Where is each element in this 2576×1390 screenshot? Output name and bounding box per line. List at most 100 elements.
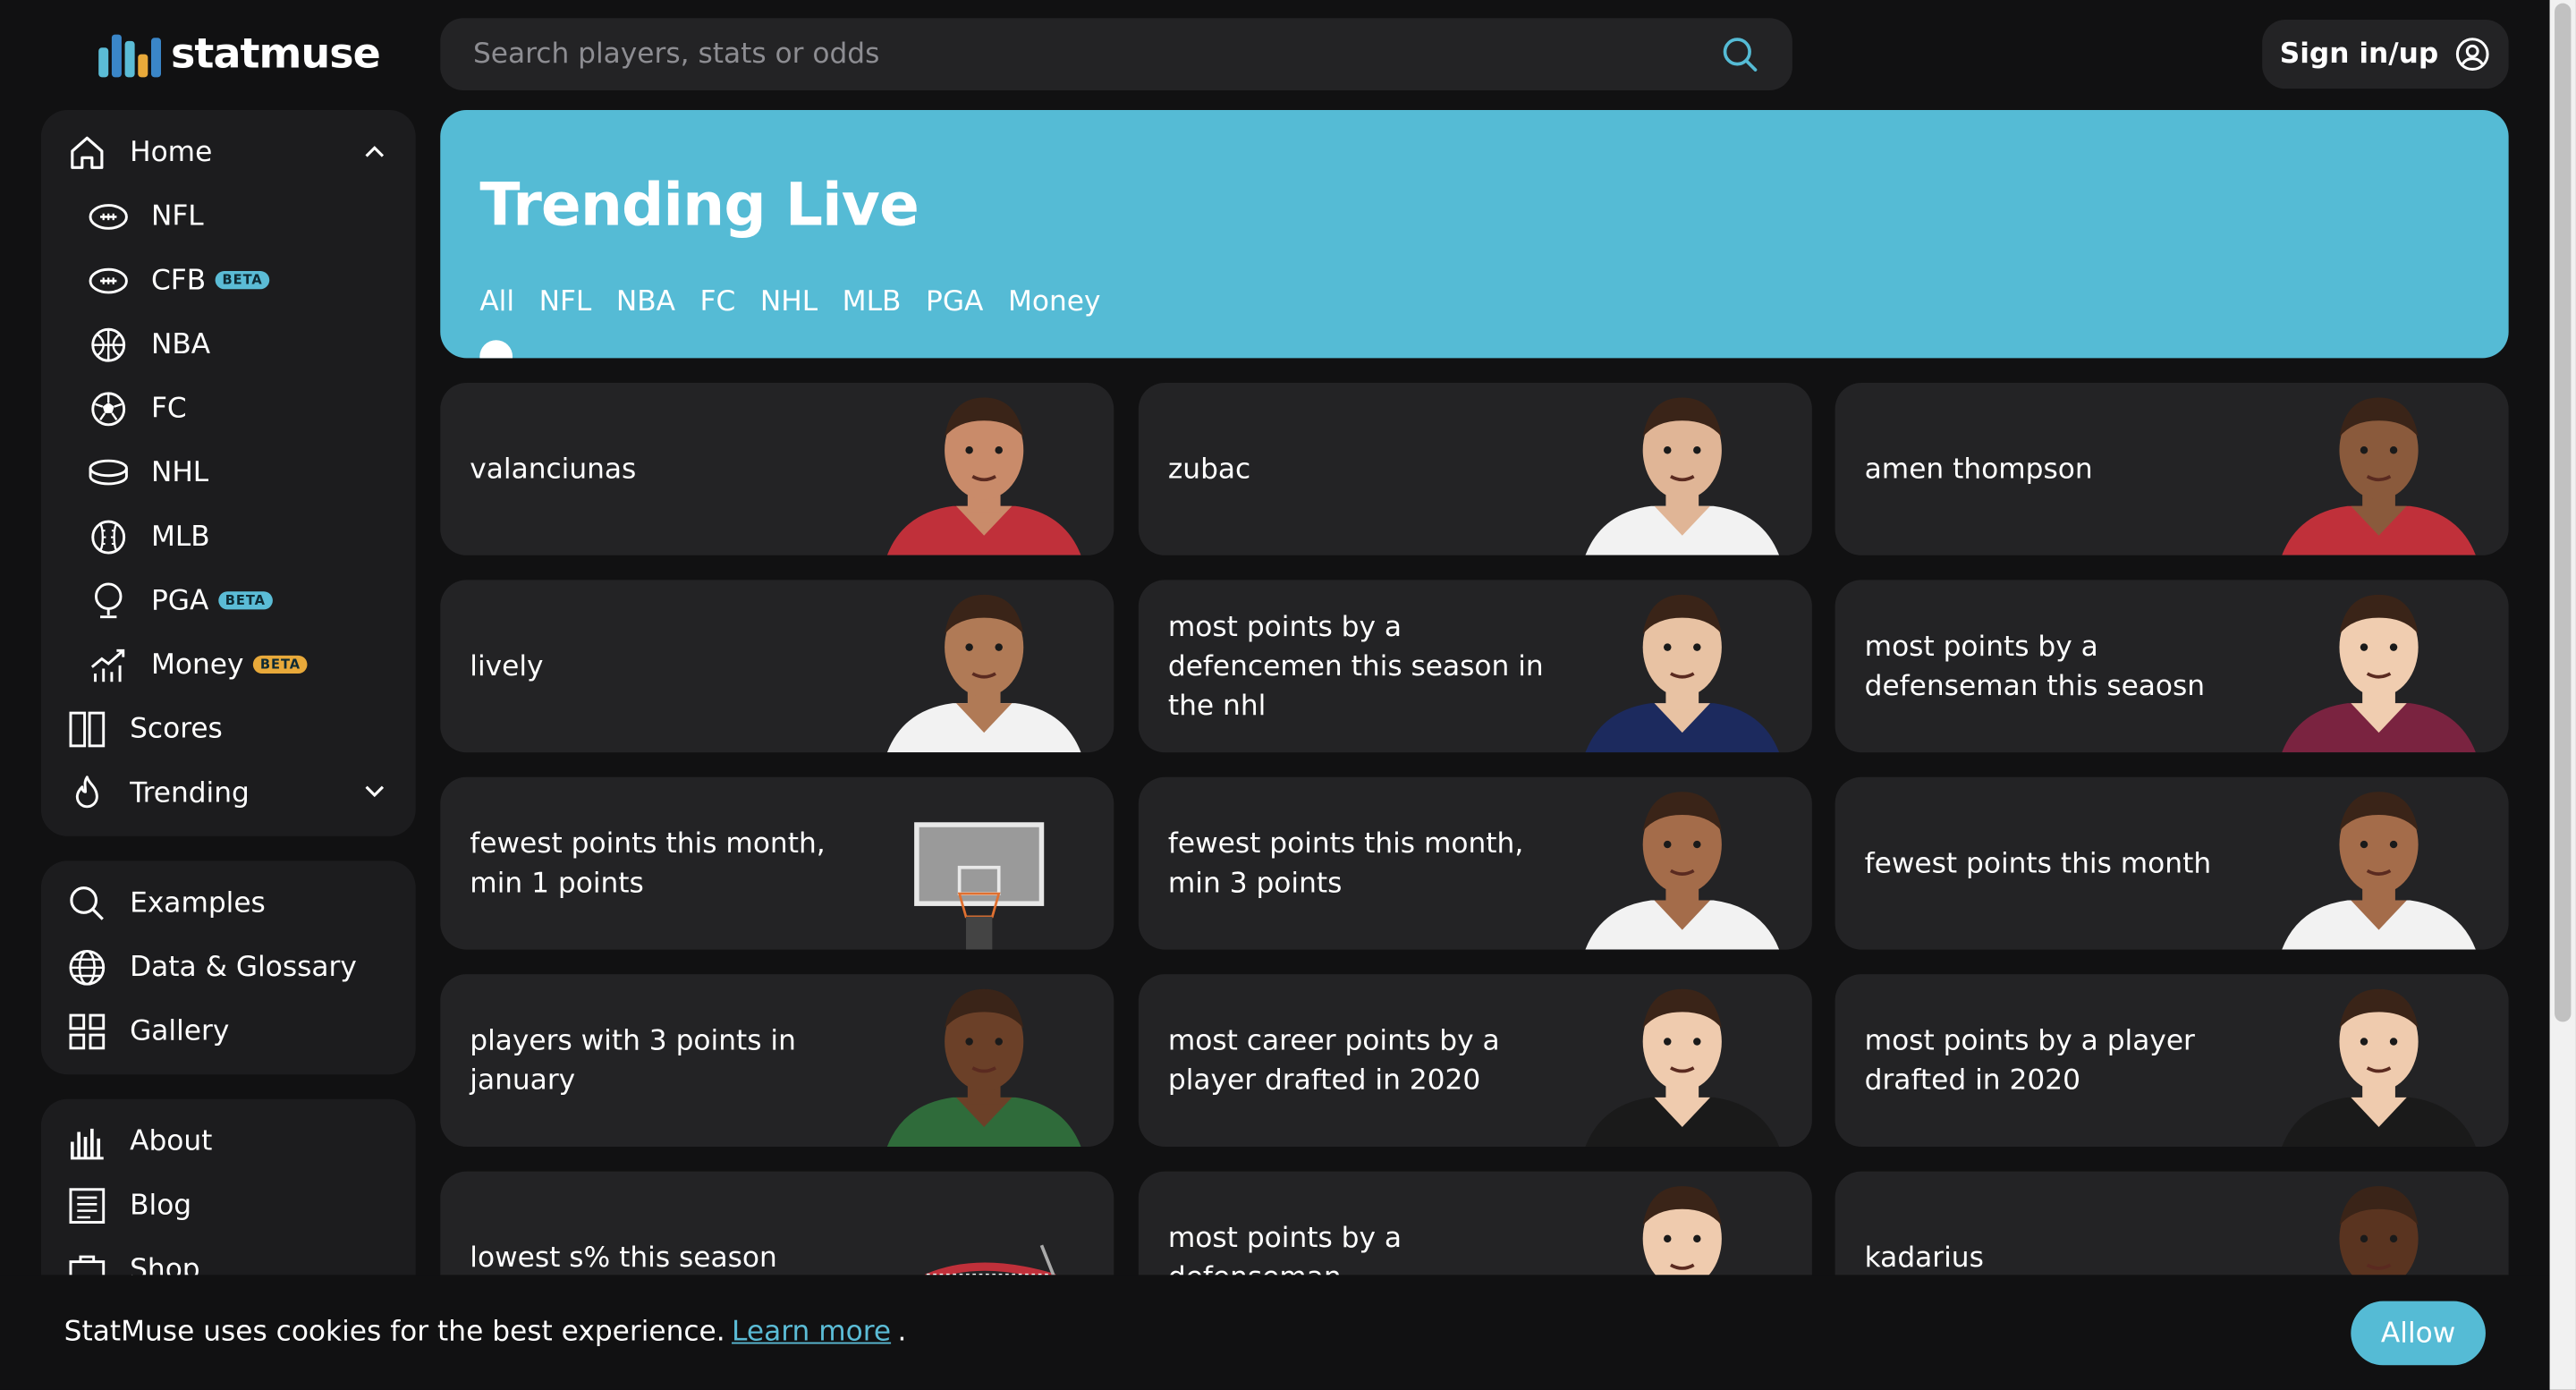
trending-card[interactable]: most points by a defenseman this seaosn [1835,580,2509,753]
baseball-icon [87,515,130,558]
sidebar-item-fc[interactable]: FC [41,377,416,441]
search-icon [65,881,108,924]
sidebar-item-label: NFL [150,199,204,233]
trending-card-label: most points by a defencemen this season … [1167,610,1544,723]
sidebar-item-label: Gallery [130,1014,230,1047]
trending-card-label: amen thompson [1864,453,2093,486]
home-icon [65,131,108,174]
allow-cookies-button[interactable]: Allow [2351,1301,2486,1366]
sidebar-item-examples[interactable]: Examples [41,870,416,935]
sidebar-item-money[interactable]: Money BETA [41,632,416,697]
sidebar-item-home[interactable]: Home [41,120,416,184]
sidebar-item-nba[interactable]: NBA [41,312,416,377]
trending-card-label: lively [470,649,544,683]
cookie-period: . [897,1316,907,1349]
basketball-hoop-icon [914,822,1045,950]
sidebar-item-nhl[interactable]: NHL [41,440,416,504]
trending-card[interactable]: most points by a defencemen this season … [1138,580,1812,753]
scrollbar-thumb[interactable] [2555,3,2572,1022]
flame-icon [65,771,108,814]
hockey-player-avatar [2282,988,2476,1148]
search-icon[interactable] [1720,35,1759,74]
player-avatar [2282,397,2476,555]
tab-fc[interactable]: FC [700,286,736,319]
signin-button[interactable]: Sign in/up [2262,20,2509,89]
basketball-icon [87,323,130,366]
tab-pga[interactable]: PGA [926,286,983,319]
statmuse-mark-icon [65,1120,108,1163]
tab-nba[interactable]: NBA [616,286,675,319]
sidebar-item-label: About [130,1124,213,1157]
sidebar-item-label: Trending [130,776,250,809]
golf-icon [87,579,130,622]
hockey-player-avatar [1585,594,1780,753]
sidebar-item-label: Blog [130,1188,192,1222]
sidebar-item-cfb[interactable]: CFB BETA [41,248,416,312]
sidebar-item-about[interactable]: About [41,1109,416,1174]
player-avatar [1585,397,1780,555]
football-icon [87,195,130,238]
sidebar-item-scores[interactable]: Scores [41,697,416,761]
sidebar-item-label: PGA [150,583,209,617]
active-tab-indicator [479,340,513,359]
learn-more-link[interactable]: Learn more [732,1316,891,1349]
statmuse-logo[interactable]: statmuse [98,30,381,78]
chevron-down-icon[interactable] [363,780,386,803]
trending-card[interactable]: most points by a player drafted in 2020 [1835,974,2509,1148]
signin-label: Sign in/up [2279,38,2439,71]
chart-icon [87,643,130,686]
sidebar-item-label: NBA [150,327,211,361]
tab-nfl[interactable]: NFL [539,286,592,319]
sidebar-item-label: CFB [150,263,207,297]
trending-card[interactable]: zubac [1138,382,1812,555]
player-avatar [1585,792,1780,950]
tab-nhl[interactable]: NHL [760,286,818,319]
sidebar-resources-nav: Examples Data & Glossary Gallery [40,860,416,1075]
logo-wordmark: statmuse [171,30,381,78]
trending-card-label: most points by a defenseman this seaosn [1864,630,2206,703]
player-avatar [886,988,1081,1148]
search-input[interactable] [472,38,1721,71]
player-avatar [886,397,1081,555]
tab-money[interactable]: Money [1008,286,1101,319]
beta-badge: BETA [253,655,308,674]
trending-card[interactable]: fewest points this month [1835,776,2509,950]
sidebar-item-mlb[interactable]: MLB [41,504,416,569]
page-title: Trending Live [479,172,919,241]
trending-card[interactable]: fewest points this month, min 3 points [1138,776,1812,950]
app-root: statmuse Sign in/up Home [0,0,2576,1390]
user-icon [2456,38,2490,71]
tab-all[interactable]: All [479,286,514,319]
soccer-ball-icon [87,387,130,430]
sidebar-item-nfl[interactable]: NFL [41,184,416,249]
sidebar-item-blog[interactable]: Blog [41,1173,416,1237]
trending-card[interactable]: fewest points this month, min 1 points [440,776,1114,950]
chevron-up-icon[interactable] [363,140,386,163]
trending-card-label: fewest points this month, min 1 points [470,826,826,900]
sidebar-item-label: Money [150,648,244,682]
logo-mark-icon [98,30,161,77]
beta-badge: BETA [216,271,270,290]
document-icon [65,1183,108,1226]
search-bar[interactable] [440,18,1792,91]
sidebar-item-label: FC [150,392,187,425]
sidebar-item-label: Scores [130,712,223,745]
player-avatar [2282,792,2476,950]
hockey-puck-icon [87,451,130,494]
sidebar-item-gallery[interactable]: Gallery [41,999,416,1064]
hockey-player-avatar [2282,594,2476,753]
tab-mlb[interactable]: MLB [843,286,902,319]
trending-card[interactable]: valanciunas [440,382,1114,555]
trending-card-label: most points by a player drafted in 2020 [1864,1024,2195,1097]
sidebar-item-pga[interactable]: PGA BETA [41,568,416,632]
scoreboard-icon [65,708,108,750]
sidebar-item-trending[interactable]: Trending [41,760,416,825]
trending-card[interactable]: players with 3 points in january [440,974,1114,1148]
trending-card-label: fewest points this month, min 3 points [1167,826,1524,900]
grid-icon [65,1010,108,1053]
trending-card[interactable]: most career points by a player drafted i… [1138,974,1812,1148]
trending-card[interactable]: lively [440,580,1114,753]
sidebar-item-glossary[interactable]: Data & Glossary [41,935,416,999]
trending-card[interactable]: amen thompson [1835,382,2509,555]
sidebar-main-nav: Home NFL CFB BETA NBA FC NHL MLB PGA BET… [40,110,416,836]
